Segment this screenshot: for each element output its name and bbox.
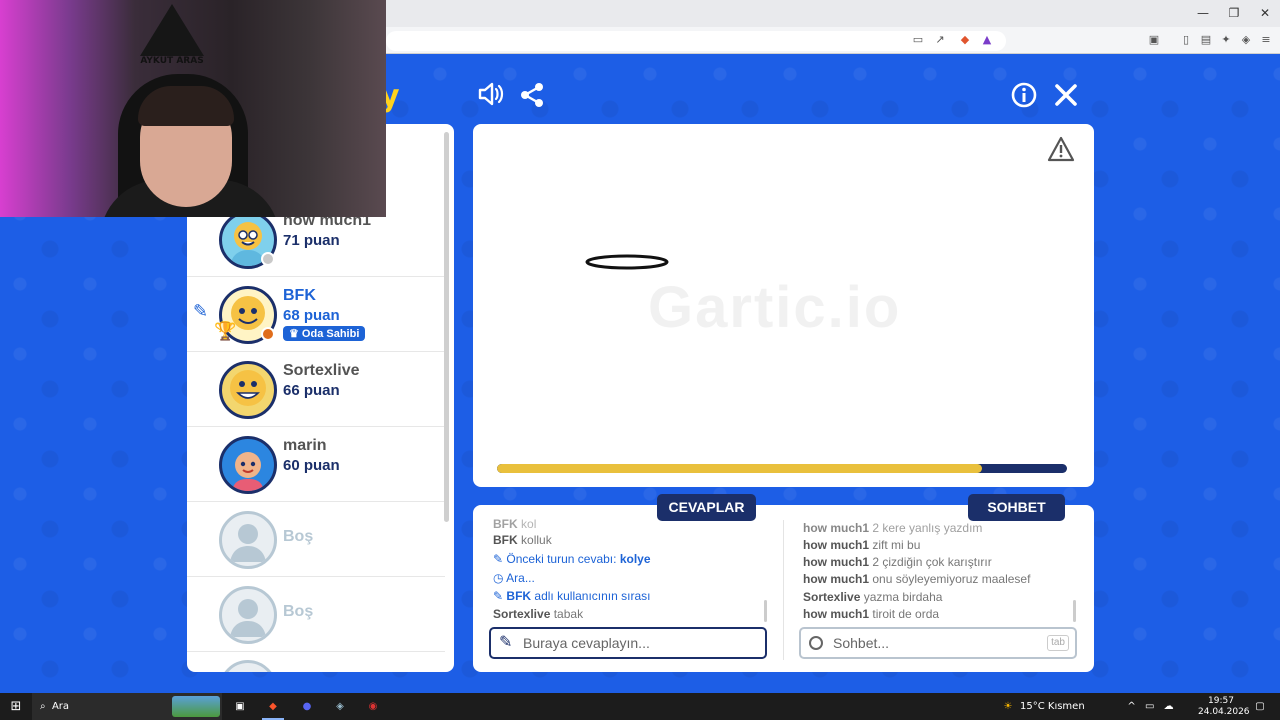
vpn-icon[interactable]: ◈ xyxy=(1238,33,1254,47)
player-score: 66 puan xyxy=(283,382,340,399)
chat-input[interactable]: Sohbet... tab xyxy=(799,627,1077,659)
drawing-canvas[interactable]: Gartic.io xyxy=(473,124,1094,487)
clock-date: 24.04.2026 xyxy=(1198,707,1250,717)
pencil-icon: ✎ xyxy=(493,552,504,566)
avatar xyxy=(219,436,277,494)
sidebar-icon[interactable]: ▯ xyxy=(1178,33,1194,47)
chat-scrollbar[interactable] xyxy=(1073,600,1076,622)
tab-hint: tab xyxy=(1047,635,1069,651)
empty-avatar-icon xyxy=(219,586,277,644)
chat-message: how much1 2 kere yanlış yazdım xyxy=(803,521,983,535)
discord-icon[interactable]: ● xyxy=(296,693,318,720)
taskbar-search-label: Ara xyxy=(51,701,70,712)
rewards-icon[interactable]: ▲ xyxy=(979,33,995,47)
panel-divider xyxy=(783,520,784,660)
task-view-icon[interactable]: ▣ xyxy=(230,693,250,720)
answer-input-placeholder: Buraya cevaplayın... xyxy=(523,635,650,651)
answer-message: BFK kolluk xyxy=(493,533,552,547)
round-timer-bar xyxy=(497,464,1067,473)
streamer-hair xyxy=(138,86,234,126)
trophy-icon: 🏆 xyxy=(214,321,237,342)
warning-icon[interactable] xyxy=(1047,136,1077,164)
pencil-icon: ✎ xyxy=(193,301,209,322)
status-indicator xyxy=(261,252,275,266)
app-icon[interactable]: ◈ xyxy=(329,693,351,720)
searching-info: ◷ Ara... xyxy=(493,571,535,585)
player-list-scrollbar[interactable] xyxy=(444,132,449,522)
recording-app-icon[interactable]: ◉ xyxy=(362,693,384,720)
brave-shield-icon[interactable]: ◆ xyxy=(957,33,973,47)
status-indicator xyxy=(261,327,275,341)
streamer-logo: AYKUT ARAS xyxy=(132,4,212,70)
info-icon[interactable] xyxy=(1010,81,1038,116)
cast-icon[interactable]: ▭ xyxy=(910,33,926,47)
player-score: 60 puan xyxy=(283,457,340,474)
empty-slot-label: Boş xyxy=(283,603,314,620)
weather-text[interactable]: 15°C Kısmen güneşli xyxy=(1020,693,1115,720)
chat-message: how much1 onu söyleyemiyoruz maalesef xyxy=(803,572,1031,586)
player-name: Sortexlive xyxy=(283,362,360,379)
pencil-icon: ✎ xyxy=(499,634,513,651)
brave-browser-icon[interactable]: ◆ xyxy=(262,693,284,720)
search-icon: ⌕ xyxy=(40,701,46,712)
share-icon[interactable] xyxy=(518,82,546,115)
round-timer-fill xyxy=(497,464,982,473)
empty-slot-label: Boş xyxy=(283,528,314,545)
tab-chat[interactable]: SOHBET xyxy=(968,494,1065,521)
taskbar-search[interactable]: ⌕ Ara xyxy=(32,693,222,720)
chat-message: Sortexlive yazma birdaha xyxy=(803,590,943,604)
turn-info: ✎ BFK adlı kullanıcının sırası xyxy=(493,589,651,603)
notifications-icon[interactable]: ▢ xyxy=(1250,693,1270,720)
minimize-button[interactable]: — xyxy=(1186,0,1220,27)
chat-message: how much1 zift mi bu xyxy=(803,538,921,552)
restore-button[interactable]: ❐ xyxy=(1217,0,1251,27)
answer-message: Sortexlive tabak xyxy=(493,607,584,621)
chat-bubble-icon xyxy=(809,636,823,650)
webcam-overlay: AYKUT ARAS xyxy=(0,0,386,217)
player-score: 68 puan xyxy=(283,307,340,324)
weather-icon: ☀ xyxy=(1003,701,1013,712)
answer-input[interactable]: ✎ Buraya cevaplayın... xyxy=(489,627,767,659)
close-window-button[interactable]: ✕ xyxy=(1248,0,1280,27)
streamer-logo-text: AYKUT ARAS xyxy=(140,56,204,66)
answers-scrollbar[interactable] xyxy=(764,600,767,622)
room-owner-badge: ♛ Oda Sahibi xyxy=(283,326,366,341)
player-row[interactable]: marin 60 puan xyxy=(187,427,445,502)
clock-icon: ◷ xyxy=(493,571,504,585)
chat-input-placeholder: Sohbet... xyxy=(833,635,890,651)
wallet-icon[interactable]: ▣ xyxy=(1146,33,1162,47)
empty-slot: Boş xyxy=(187,502,445,577)
player-name: BFK xyxy=(283,287,316,304)
chat-message: how much1 tiroit de orda xyxy=(803,607,940,621)
chat-message: how much1 2 çizdiğin çok karıştırır xyxy=(803,555,992,569)
room-owner-label: Oda Sahibi xyxy=(301,328,360,340)
speaker-icon[interactable] xyxy=(476,80,506,115)
menu-icon[interactable]: ≡ xyxy=(1258,33,1274,47)
close-icon[interactable] xyxy=(1052,81,1080,116)
windows-start-icon[interactable]: ⊞ xyxy=(6,693,26,720)
drawing-stroke xyxy=(585,254,669,270)
player-score: 71 puan xyxy=(283,232,340,249)
search-highlight-image xyxy=(172,696,220,717)
system-tray-icons[interactable]: ^ ▭ ☁ ♪ xyxy=(1122,693,1182,720)
share-icon[interactable]: ↗ xyxy=(932,33,948,47)
tab-answers[interactable]: CEVAPLAR xyxy=(657,494,756,521)
player-name: marin xyxy=(283,437,327,454)
leo-icon[interactable]: ✦ xyxy=(1218,33,1234,47)
clock[interactable]: 19:57 24.04.2026 xyxy=(1198,693,1250,720)
extensions-icon[interactable]: ▤ xyxy=(1198,33,1214,47)
empty-avatar-icon xyxy=(219,511,277,569)
avatar xyxy=(219,361,277,419)
clock-time: 19:57 xyxy=(1208,696,1234,706)
windows-taskbar: ⊞ ⌕ Ara ▣ ◆ ● ◈ ◉ ☀ 15°C Kısmen güneşli … xyxy=(0,693,1280,720)
player-row[interactable]: Sortexlive 66 puan xyxy=(187,352,445,427)
empty-avatar-icon xyxy=(219,660,277,672)
previous-answer-info: ✎ Önceki turun cevabı: kolye xyxy=(493,552,651,566)
answer-message: BFK kol xyxy=(493,517,537,531)
player-row[interactable]: ✎ 🏆 BFK 68 puan ♛ Oda Sahibi xyxy=(187,277,445,352)
pencil-icon: ✎ xyxy=(493,589,504,603)
empty-slot: Boş xyxy=(187,577,445,652)
